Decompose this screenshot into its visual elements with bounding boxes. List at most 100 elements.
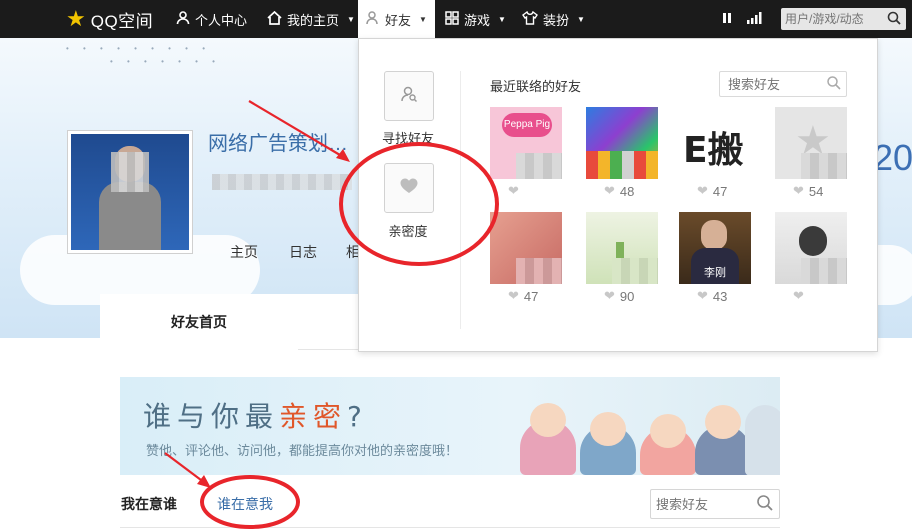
- score-value: 47: [523, 288, 539, 304]
- subtab-who-cares-me[interactable]: 谁在意我: [217, 494, 273, 514]
- nav-games[interactable]: 游戏 ▼: [445, 0, 506, 38]
- subtab-who-i-care[interactable]: 我在意谁: [121, 494, 177, 514]
- search-icon[interactable]: [756, 494, 774, 515]
- intimacy-label[interactable]: 亲密度: [368, 221, 448, 240]
- intimacy-score: ❤ 47: [679, 183, 751, 199]
- heart-icon: ❤: [508, 183, 519, 198]
- intimacy-score: ❤ 54: [775, 183, 847, 199]
- nav-personal-center[interactable]: 个人中心: [176, 0, 247, 38]
- mosaic-blur: [111, 152, 149, 192]
- search-icon[interactable]: [826, 75, 841, 93]
- tab-blog[interactable]: 日志: [289, 242, 317, 262]
- cartoon-head: [650, 414, 686, 448]
- find-friends-label[interactable]: 寻找好友: [368, 128, 448, 147]
- profile-subtitle-blurred: [212, 170, 352, 192]
- mosaic-blur: [586, 151, 658, 179]
- banner-title-part: ?: [347, 400, 368, 433]
- tab-homepage[interactable]: 主页: [230, 242, 258, 262]
- score-value: 47: [712, 183, 728, 199]
- dropdown-search-input[interactable]: [720, 75, 826, 93]
- nav-friends[interactable]: 好友 ▼: [358, 0, 435, 38]
- caret-down-icon: ▼: [347, 14, 355, 24]
- caret-down-icon: ▼: [498, 14, 506, 24]
- qzone-star-icon: ★: [66, 6, 86, 31]
- nav-decorate[interactable]: 装扮 ▼: [522, 0, 585, 38]
- grid-icon: [445, 10, 459, 28]
- person-icon: [176, 10, 190, 28]
- divider: [120, 527, 780, 528]
- profile-name[interactable]: 网络广告策划…: [208, 127, 348, 156]
- intimacy-score: ❤ 43: [679, 288, 751, 304]
- score-value: 43: [712, 288, 728, 304]
- qzone-logo[interactable]: ★ QQ空间: [66, 0, 153, 38]
- friend-avatar: 李刚: [679, 212, 751, 284]
- friend-avatar: [586, 212, 658, 284]
- intimacy-score: ❤: [490, 183, 562, 199]
- avatar-logo-text: Peppa Pig: [502, 113, 552, 137]
- banner-title-part: 谁与你最: [143, 400, 280, 433]
- avatar-photo: [71, 134, 189, 250]
- tab-friends-home[interactable]: 好友首页: [100, 294, 298, 350]
- nav-label: 装扮: [543, 12, 570, 28]
- intimacy-button[interactable]: [384, 163, 434, 213]
- mosaic-blur: [516, 153, 562, 179]
- avatar-person-head: [799, 226, 827, 256]
- score-value: 54: [808, 183, 824, 199]
- banner-title: 谁与你最亲密?: [143, 395, 368, 435]
- friend-card[interactable]: ❤ 47: [490, 212, 562, 304]
- friend-avatar: [775, 212, 847, 284]
- heart-icon: ❤: [697, 288, 708, 303]
- pause-button[interactable]: [722, 0, 732, 38]
- dropdown-search-box: [719, 71, 847, 97]
- heart-icon: ❤: [793, 288, 804, 303]
- heart-icon: ❤: [508, 288, 519, 303]
- friends-dropdown-menu: 寻找好友 亲密度 最近联络的好友 Peppa Pig ❤ ❤ 48 E搬 ❤ 47: [358, 38, 878, 352]
- cartoon-head: [705, 405, 741, 439]
- nav-label: 好友: [385, 12, 412, 28]
- friend-card[interactable]: ★ ❤ 54: [775, 107, 847, 199]
- logo-text: QQ空间: [90, 11, 154, 31]
- friend-search-input[interactable]: [651, 495, 756, 513]
- friend-card[interactable]: E搬 ❤ 47: [679, 107, 751, 199]
- profile-avatar[interactable]: [67, 130, 193, 254]
- shirt-icon: [522, 10, 538, 28]
- intimacy-score: ❤ 48: [586, 183, 658, 199]
- cartoon-head: [590, 412, 626, 446]
- avatar-logo-text: E搬: [683, 130, 744, 171]
- caret-down-icon: ▼: [577, 14, 585, 24]
- home-icon: [267, 10, 282, 28]
- decoration-year-text: 20: [873, 137, 912, 178]
- banner-title-highlight: 亲密: [279, 400, 348, 433]
- friend-card[interactable]: 李刚 ❤ 43: [679, 212, 751, 304]
- caret-down-icon: ▼: [419, 14, 427, 24]
- find-friends-button[interactable]: [384, 71, 434, 121]
- search-icon[interactable]: [887, 11, 901, 28]
- top-search-box: [781, 8, 906, 30]
- mosaic-blur: [612, 258, 658, 284]
- intimacy-score: ❤ 47: [490, 288, 562, 304]
- friend-card[interactable]: ❤ 90: [586, 212, 658, 304]
- avatar-person-body: [99, 182, 161, 250]
- heart-icon: ❤: [604, 183, 615, 198]
- nav-label: 我的主页: [287, 12, 340, 28]
- signal-button[interactable]: [746, 0, 762, 38]
- top-search-input[interactable]: [781, 11, 887, 27]
- friend-card[interactable]: Peppa Pig ❤: [490, 107, 562, 199]
- friend-avatar: E搬: [679, 107, 751, 179]
- mosaic-blur: [516, 258, 562, 284]
- mosaic-blur: [801, 258, 847, 284]
- signal-bars-icon: [746, 11, 762, 27]
- score-value: 90: [619, 288, 635, 304]
- score-value: 48: [619, 183, 635, 199]
- friend-avatar: [490, 212, 562, 284]
- banner-subtitle: 赞他、评论他、访问他，都能提高你对他的亲密度哦！: [146, 443, 459, 458]
- nav-label: 游戏: [464, 12, 491, 28]
- cartoon-figure: [745, 405, 780, 475]
- avatar-person-head: [701, 220, 727, 250]
- nav-label: 个人中心: [195, 12, 248, 28]
- dropdown-divider: [460, 71, 461, 329]
- friend-card[interactable]: ❤ 48: [586, 107, 658, 199]
- pause-icon: [722, 12, 732, 27]
- nav-my-homepage[interactable]: 我的主页 ▼: [267, 0, 355, 38]
- friend-card[interactable]: ❤: [775, 212, 847, 304]
